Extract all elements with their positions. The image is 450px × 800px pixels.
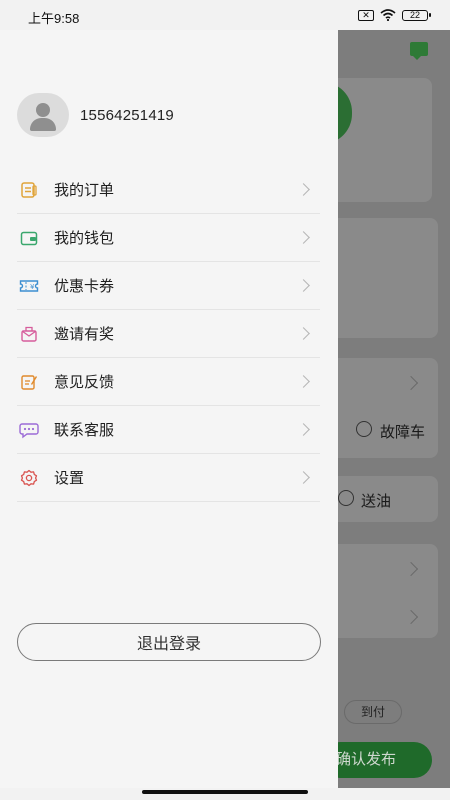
- chip-pay-on-arrival[interactable]: 到付: [344, 700, 402, 724]
- option-fault-car-label: 故障车: [380, 424, 426, 441]
- status-time: 上午9:58: [28, 11, 80, 26]
- message-icon: [410, 42, 428, 60]
- radio-fault-car[interactable]: [356, 421, 372, 437]
- radio-fuel[interactable]: [338, 490, 354, 506]
- background-card: [322, 358, 438, 458]
- invite-reward-icon: [19, 324, 39, 344]
- status-bar: 上午9:58 ✕ 22: [0, 0, 450, 30]
- chevron-right-icon: [297, 327, 310, 340]
- menu-item-label: 邀请有奖: [54, 326, 115, 343]
- background-card: [322, 544, 438, 638]
- chevron-right-icon: [297, 375, 310, 388]
- chevron-right-icon: [297, 279, 310, 292]
- menu-item-my-orders[interactable]: 我的订单: [17, 166, 320, 214]
- logout-button[interactable]: 退出登录: [17, 623, 321, 661]
- menu-item-label: 我的订单: [54, 182, 115, 199]
- publish-button[interactable]: 确认发布: [322, 742, 432, 778]
- menu-item-label: 联系客服: [54, 422, 115, 439]
- drawer-menu: 我的订单 我的钱包 ¥ 优惠卡券 邀请有奖 意见反馈 联系客服 设置: [17, 166, 320, 502]
- side-drawer: 15564251419 我的订单 我的钱包 ¥ 优惠卡券 邀请有奖 意见反馈 联…: [0, 30, 338, 788]
- background-card: [322, 218, 438, 338]
- chat-support-icon: [19, 420, 39, 440]
- chevron-right-icon: [297, 183, 310, 196]
- avatar-body-shape: [30, 118, 56, 131]
- svg-text:¥: ¥: [30, 283, 35, 291]
- avatar[interactable]: [17, 93, 69, 137]
- menu-item-settings[interactable]: 设置: [17, 454, 320, 502]
- profile-phone-number: 15564251419: [80, 106, 174, 124]
- chevron-right-icon: [297, 471, 310, 484]
- menu-item-feedback[interactable]: 意见反馈: [17, 358, 320, 406]
- wallet-icon: [19, 228, 39, 248]
- avatar-head-shape: [36, 103, 50, 117]
- profile-header[interactable]: 15564251419: [17, 93, 174, 137]
- status-icons: ✕ 22: [358, 9, 431, 21]
- wifi-icon: [380, 9, 396, 21]
- menu-item-my-wallet[interactable]: 我的钱包: [17, 214, 320, 262]
- battery-icon: 22: [402, 9, 431, 21]
- chevron-right-icon: [297, 231, 310, 244]
- menu-item-label: 优惠卡券: [54, 278, 115, 295]
- option-fuel-label: 送油: [361, 493, 392, 510]
- feedback-icon: [19, 372, 39, 392]
- menu-item-label: 意见反馈: [54, 374, 115, 391]
- coupon-icon: ¥: [19, 276, 39, 296]
- menu-item-label: 设置: [54, 470, 85, 487]
- order-list-icon: [19, 180, 39, 200]
- home-indicator[interactable]: [142, 790, 308, 794]
- menu-item-contact-support[interactable]: 联系客服: [17, 406, 320, 454]
- chevron-right-icon: [297, 423, 310, 436]
- menu-item-coupons[interactable]: ¥ 优惠卡券: [17, 262, 320, 310]
- menu-item-invite-reward[interactable]: 邀请有奖: [17, 310, 320, 358]
- settings-gear-icon: [19, 468, 39, 488]
- menu-item-label: 我的钱包: [54, 230, 115, 247]
- no-sim-icon: ✕: [358, 9, 374, 21]
